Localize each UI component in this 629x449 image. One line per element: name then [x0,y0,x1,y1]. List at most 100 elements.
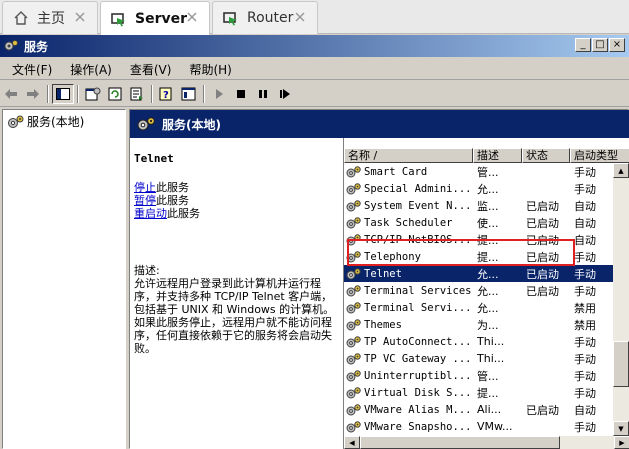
list-item[interactable]: VMware Snapsho... VMw... 手动 [344,418,614,435]
gears-icon [346,335,361,347]
scroll-thumb[interactable] [613,341,629,387]
minimize-button[interactable]: _ [575,38,591,52]
window-titlebar[interactable]: 服务 [0,35,629,57]
hscroll-thumb[interactable] [360,436,560,449]
help-button[interactable]: ? [156,84,178,104]
list-item[interactable]: TP VC Gateway ... Thi... 手动 [344,350,614,367]
service-name-cell: TP VC Gateway ... [344,352,473,366]
toolbar-separator [77,84,79,103]
toolbar-separator [47,84,49,103]
menu-help[interactable]: 帮助(H) [187,61,233,78]
pause-service-link[interactable]: 暂停 [134,194,156,207]
show-tree-button[interactable] [52,83,74,104]
service-startup-cell: 手动 [574,182,596,196]
list-item[interactable]: TCP/IP NetBIOS... 提... 已启动 自动 [344,231,614,248]
toolbar-separator [203,84,205,103]
menu-view[interactable]: 查看(V) [128,61,174,78]
services-list[interactable]: 名称 / 描述 状态 启动类型 Smart Card 管... 手动 Special … [343,138,629,449]
service-name-text: VMware Alias M... [364,403,472,416]
close-button[interactable]: × [609,38,625,52]
list-item[interactable]: Special Admini... 允... 手动 [344,180,614,197]
close-icon[interactable] [185,10,199,24]
tree-item-label: 服务(本地) [27,115,85,129]
vm-icon [221,8,241,28]
help-icon: ? [159,87,172,101]
restart-icon [280,88,290,99]
gears-icon [346,216,361,228]
service-desc-cell: 提... [477,250,499,264]
tree-item-services-local[interactable]: 服务(本地) [7,113,84,130]
scroll-left-button[interactable]: ◀ [344,436,360,449]
link-suffix: 此服务 [156,181,189,194]
gears-icon [346,165,361,177]
tab-label: Router [247,10,294,26]
properties-button[interactable] [82,84,104,104]
service-name-text: TP VC Gateway ... [364,352,472,365]
vm-icon [109,9,129,29]
arrow-left-icon [5,88,17,99]
service-startup-cell: 手动 [574,284,596,298]
service-status-cell: 已启动 [526,233,559,247]
list-item[interactable]: Smart Card 管... 手动 [344,163,614,180]
service-status-cell: 已启动 [526,250,559,264]
close-icon[interactable] [73,10,87,24]
vertical-scrollbar[interactable]: ▲ ▼ [613,163,629,436]
list-item[interactable]: Telnet 允... 已启动 手动 [344,265,614,282]
scroll-down-button[interactable]: ▼ [613,421,629,436]
horizontal-scrollbar[interactable]: ◀ ▶ [344,436,629,449]
scroll-up-button[interactable]: ▲ [613,163,629,178]
list-item[interactable]: Terminal Services 允... 已启动 手动 [344,282,614,299]
menu-file[interactable]: 文件(F) [10,61,54,78]
start-service-button[interactable] [208,84,230,104]
service-name-text: Task Scheduler [364,216,453,229]
tab-router[interactable]: Router [212,1,318,34]
service-description: 允许远程用户登录到此计算机并运行程序，并支持多种 TCP/IP Telnet 客… [134,277,335,355]
stop-service-button[interactable] [230,84,252,104]
home-icon [11,8,31,28]
list-item[interactable]: Uninterruptibl... 管... 手动 [344,367,614,384]
list-item[interactable]: Telephony 提... 已启动 手动 [344,248,614,265]
service-name-cell: Task Scheduler [344,216,473,230]
stop-service-link[interactable]: 停止 [134,181,156,194]
restart-service-button[interactable] [274,84,296,104]
service-status-cell: 已启动 [526,199,559,213]
scroll-right-button[interactable]: ▶ [614,436,629,449]
column-header-status[interactable]: 状态 [522,148,570,163]
restart-service-link[interactable]: 重启动 [134,207,167,220]
menu-action[interactable]: 操作(A) [68,61,114,78]
stop-icon [237,89,245,98]
tab-server[interactable]: Server [100,1,210,35]
tab-home[interactable]: 主页 [2,1,98,34]
console-tree[interactable]: 服务(本地) [2,109,126,449]
service-name-text: Telephony [364,250,421,263]
refresh-button[interactable] [104,84,126,104]
service-name-text: Uninterruptibl... [364,369,472,382]
list-item[interactable]: System Event N... 监... 已启动 自动 [344,197,614,214]
back-button[interactable] [0,84,22,104]
list-item[interactable]: Terminal Servi... 允... 禁用 [344,299,614,316]
list-item[interactable]: Task Scheduler 使... 已启动 自动 [344,214,614,231]
toolbar: ? [0,81,629,107]
list-item[interactable]: TP AutoConnect... Thi... 手动 [344,333,614,350]
service-desc-cell: 为... [477,318,499,332]
close-icon[interactable] [293,10,307,24]
list-header: 名称 / 描述 状态 启动类型 [344,148,629,163]
maximize-button[interactable]: □ [592,38,608,52]
service-name-text: System Event N... [364,199,472,212]
show-hide-console-button[interactable] [178,84,200,104]
list-item[interactable]: VMware Alias M... Ali... 已启动 自动 [344,401,614,418]
gears-icon [346,284,361,296]
column-header-startup-type[interactable]: 启动类型 [570,148,629,163]
export-list-button[interactable] [126,84,148,104]
list-item[interactable]: Virtual Disk S... 提... 手动 [344,384,614,401]
gears-icon [346,318,361,330]
column-header-description[interactable]: 描述 [473,148,522,163]
service-desc-cell: 监... [477,199,499,213]
forward-button[interactable] [22,84,44,104]
column-header-name[interactable]: 名称 / [344,148,473,163]
gears-icon [346,250,361,262]
service-desc-cell: 使... [477,216,499,230]
list-item[interactable]: Themes 为... 禁用 [344,316,614,333]
tab-label: 主页 [37,11,65,27]
pause-service-button[interactable] [252,84,274,104]
